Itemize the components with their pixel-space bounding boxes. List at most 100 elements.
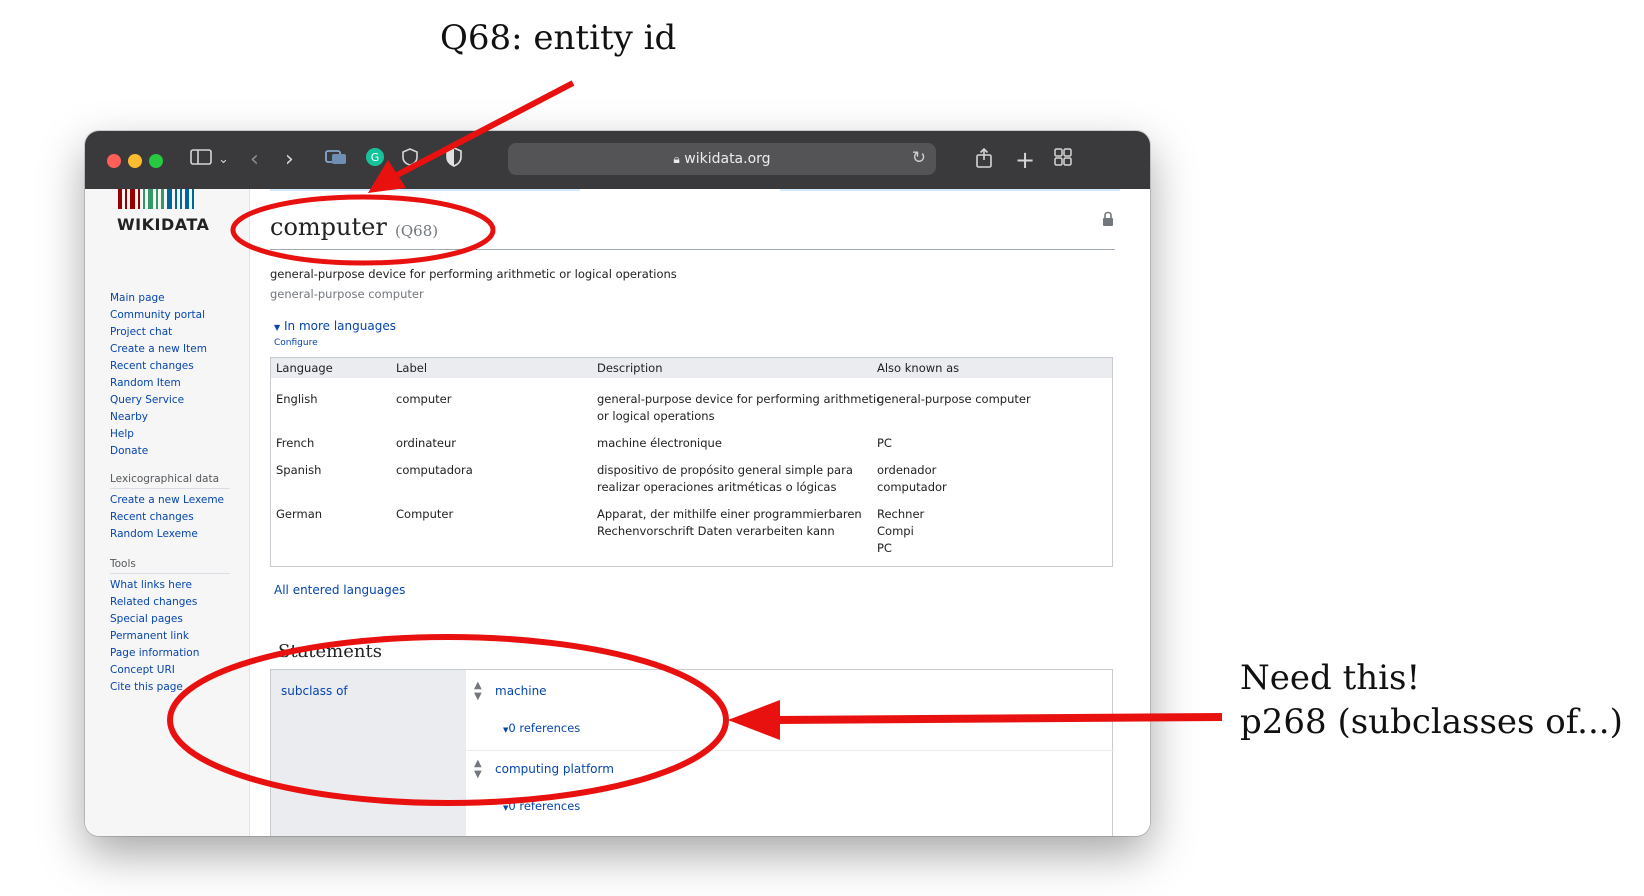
logo-bar (130, 189, 135, 209)
title-divider (270, 249, 1115, 250)
logo-bar (156, 189, 158, 209)
value-computing-platform[interactable]: computing platform (495, 762, 614, 776)
in-more-languages-label: In more languages (283, 319, 396, 333)
cell-description: Apparat, der mithilfe einer programmierb… (597, 507, 862, 538)
nav-nearby[interactable]: Nearby (110, 411, 148, 423)
all-entered-languages-link[interactable]: All entered languages (274, 583, 405, 597)
cell-description: machine électronique (597, 436, 722, 450)
nav-lexeme-random-lexeme[interactable]: Random Lexeme (110, 528, 198, 540)
nav-community-portal[interactable]: Community portal (110, 309, 205, 321)
wikidata-logo-text[interactable]: WIKIDATA (117, 215, 209, 234)
language-table-header: Language Label Description Also known as (271, 358, 1112, 378)
nav-tools-special-pages[interactable]: Special pages (110, 613, 183, 625)
nav-heading-tools: Tools (110, 558, 136, 570)
language-table: Language Label Description Also known as… (270, 357, 1113, 567)
privacy-icon[interactable] (445, 147, 463, 174)
logo-bar (192, 189, 194, 209)
nav-recent-changes[interactable]: Recent changes (110, 360, 194, 372)
nav-help[interactable]: Help (110, 428, 134, 440)
tabs-icon[interactable] (325, 147, 347, 173)
grammarly-icon[interactable]: G (365, 147, 385, 174)
address-text: 🔒︎ wikidata.org (508, 143, 936, 175)
sidebar-icon[interactable] (190, 147, 212, 173)
nav-tools-what-links-here[interactable]: What links here (110, 579, 192, 591)
cell-language: Spanish (276, 463, 322, 477)
nav-donate[interactable]: Donate (110, 445, 148, 457)
back-icon[interactable]: ‹ (250, 147, 259, 173)
rank-icon[interactable]: ▲ ▼ (474, 758, 482, 780)
forward-icon[interactable]: › (285, 147, 294, 173)
statements-heading: Statements (278, 641, 382, 662)
nav-tools-page-information[interactable]: Page information (110, 647, 199, 659)
nav-main-page[interactable]: Main page (110, 292, 165, 304)
logo-bar (185, 189, 189, 209)
cell-label: Computer (396, 507, 454, 521)
value-machine[interactable]: machine (495, 684, 547, 698)
header-label: Label (396, 361, 428, 375)
property-subclass-of[interactable]: subclass of (281, 684, 348, 698)
item-aliases: general-purpose computer (270, 287, 424, 301)
nav-lexeme-recent-changes[interactable]: Recent changes (110, 511, 194, 523)
nav-separator (110, 573, 230, 574)
rank-icon[interactable]: ▲ ▼ (474, 680, 482, 702)
tab-overview-icon[interactable] (1053, 147, 1073, 174)
address-url: wikidata.org (684, 151, 771, 167)
browser-toolbar: ⌄ ‹ › G 🔒︎ wikidata.org ↻ + (85, 131, 1150, 189)
nav-random-item[interactable]: Random Item (110, 377, 181, 389)
browser-window: ⌄ ‹ › G 🔒︎ wikidata.org ↻ + WIKIDATA Mai… (85, 131, 1150, 836)
address-bar[interactable]: 🔒︎ wikidata.org ↻ (508, 143, 936, 175)
in-more-languages-toggle[interactable]: ▼ In more languages (274, 319, 396, 333)
nav-query-service[interactable]: Query Service (110, 394, 184, 406)
header-description: Description (597, 361, 663, 375)
page-content: WIKIDATA Main page Community portal Projec… (85, 189, 1150, 836)
cell-language: French (276, 436, 315, 450)
svg-text:G: G (371, 151, 380, 164)
main-content: computer (Q68) general-purpose device fo… (270, 189, 1120, 836)
cell-also-known-as: general-purpose computer (877, 392, 1031, 406)
cell-label: computer (396, 392, 452, 406)
configure-link[interactable]: Configure (274, 338, 318, 348)
nav-create-a-new-item[interactable]: Create a new Item (110, 343, 207, 355)
logo-bar (167, 189, 172, 209)
cell-also-known-as: ordenador computador (877, 463, 947, 494)
logo-bar (125, 189, 127, 209)
cell-description: general-purpose device for performing ar… (597, 392, 883, 423)
share-icon[interactable] (975, 147, 993, 176)
header-also-known-as: Also known as (877, 361, 960, 375)
reload-icon[interactable]: ↻ (912, 148, 926, 168)
nav-tools-related-changes[interactable]: Related changes (110, 596, 197, 608)
value-divider (466, 750, 1114, 751)
lock-icon (1103, 211, 1113, 226)
caret-down-icon: ▼ (274, 323, 281, 332)
nav-heading-lexicographical: Lexicographical data (110, 473, 220, 485)
logo-bar (161, 189, 164, 209)
references-count: 0 references (508, 721, 581, 735)
cell-language: German (276, 507, 323, 521)
property-column: subclass of (271, 670, 466, 836)
nav-tools-concept-uri[interactable]: Concept URI (110, 664, 175, 676)
new-tab-icon[interactable]: + (1015, 147, 1035, 173)
nav-tools-cite-this-page[interactable]: Cite this page (110, 681, 183, 693)
close-window-button[interactable] (107, 154, 121, 168)
shield-icon[interactable] (400, 147, 420, 174)
cell-also-known-as: Rechner Compi PC (877, 507, 925, 555)
item-description: general-purpose device for performing ar… (270, 267, 677, 281)
logo-bar (180, 189, 182, 209)
statement-group: subclass of ▲ ▼ machine ▼0 references ▲ ▼ … (270, 669, 1114, 836)
logo-bar (143, 189, 145, 209)
annotation-line-1: Need this! (1240, 658, 1421, 698)
logo-bar (148, 189, 153, 209)
lock-icon: 🔒︎ (673, 152, 680, 166)
wikidata-logo-icon[interactable] (118, 189, 216, 209)
chevron-down-icon[interactable]: ⌄ (218, 147, 229, 173)
logo-bar (138, 189, 140, 209)
zoom-window-button[interactable] (149, 154, 163, 168)
references-toggle[interactable]: ▼0 references (503, 721, 580, 735)
nav-tools-permanent-link[interactable]: Permanent link (110, 630, 189, 642)
nav-lexeme-create-a-new-lexeme[interactable]: Create a new Lexeme (110, 494, 224, 506)
minimize-window-button[interactable] (128, 154, 142, 168)
references-toggle[interactable]: ▼0 references (503, 799, 580, 813)
nav-separator (110, 488, 230, 489)
annotation-need-this: Need this! p268 (subclasses of...) (1240, 656, 1623, 744)
nav-project-chat[interactable]: Project chat (110, 326, 172, 338)
